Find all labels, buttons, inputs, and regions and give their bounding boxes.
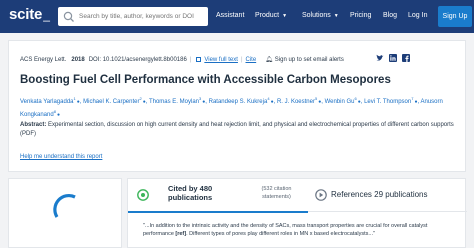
twitter-icon[interactable] xyxy=(376,54,384,62)
snippet-text-end: . Different types of pores play differen… xyxy=(186,231,375,237)
citations-panel: Cited by 480 publications (532 citation s… xyxy=(127,178,467,248)
nav-blog-label: Blog xyxy=(383,12,398,19)
snippet-ref-link[interactable]: [ref] xyxy=(175,231,186,237)
author-link[interactable]: Thomas E. Moylan3 xyxy=(149,96,201,105)
author-link[interactable]: R. J. Koestner5 xyxy=(277,96,317,105)
social-share xyxy=(376,54,410,62)
tab-references[interactable]: References 29 publications xyxy=(310,179,466,212)
chevron-down-icon: ▼ xyxy=(282,12,288,19)
nav-product[interactable]: Product ▼ xyxy=(255,12,287,19)
active-tab-indicator xyxy=(128,211,308,213)
divider: | xyxy=(240,56,243,63)
bell-icon: 🔔︎ xyxy=(265,57,273,63)
search-input[interactable] xyxy=(79,13,204,20)
chevron-down-icon: ▼ xyxy=(333,12,339,19)
nav-pricing-label: Pricing xyxy=(350,12,372,19)
journal-name: ACS Energy Lett. xyxy=(20,56,67,63)
nav-product-label: Product xyxy=(255,12,280,19)
logo-suffix: _ xyxy=(43,8,50,22)
citation-snippet: "...In addition to the intrinsic activit… xyxy=(143,222,458,238)
citation-statements-count: (532 citation statements) xyxy=(261,186,292,200)
logo-text: scite xyxy=(9,6,43,23)
article-meta: ACS Energy Lett. 2018 DOI: 10.1021/acsen… xyxy=(20,56,344,64)
author-link[interactable]: Venkata Yarlagadda1 xyxy=(20,96,76,105)
search-bar[interactable] xyxy=(58,7,208,26)
cite-link[interactable]: Cite xyxy=(246,57,257,63)
tab-cited-by[interactable]: Cited by 480 publications (532 citation s… xyxy=(128,179,308,213)
help-understand-link[interactable]: Help me understand this report xyxy=(20,154,102,160)
article-title: Boosting Fuel Cell Performance with Acce… xyxy=(20,74,391,86)
article-doi: DOI: 10.1021/acsenergylett.8b00186 xyxy=(88,56,187,63)
abstract-label: Abstract: xyxy=(20,122,47,128)
signup-button[interactable]: Sign Up xyxy=(438,6,472,27)
nav-assistant-label: Assistant xyxy=(216,12,245,19)
search-icon xyxy=(63,11,74,22)
abstract: Abstract: Experimental section, discussi… xyxy=(20,121,460,139)
linkedin-icon[interactable] xyxy=(389,54,397,62)
cited-by-icon xyxy=(137,189,149,201)
external-link-icon xyxy=(196,57,202,62)
references-count: References 29 publications xyxy=(331,190,428,199)
divider: | xyxy=(189,56,192,63)
email-alert-link[interactable]: Sign up to set email alerts xyxy=(275,57,344,63)
nav-solutions-label: Solutions xyxy=(302,12,331,19)
tally-panel xyxy=(8,178,122,248)
facebook-icon[interactable] xyxy=(402,54,410,62)
view-full-text-link[interactable]: View full text xyxy=(204,57,238,63)
author-link[interactable]: Wenbin Gu6 xyxy=(325,96,357,105)
author-list: Venkata Yarlagadda1●, Michael K. Carpent… xyxy=(20,96,443,118)
publication-year: 2018 xyxy=(71,56,85,63)
cited-by-count: Cited by 480 publications xyxy=(168,184,213,202)
author-link[interactable]: Levi T. Thompson7 xyxy=(364,96,413,105)
nav-solutions[interactable]: Solutions ▼ xyxy=(302,12,339,19)
top-navbar: scite_ Assistant Product▼ Solutions▼ Pri… xyxy=(0,0,474,33)
author-link[interactable]: Michael K. Carpenter2 xyxy=(83,96,142,105)
article-card: ACS Energy Lett. 2018 DOI: 10.1021/acsen… xyxy=(8,40,466,172)
nav-pricing[interactable]: Pricing xyxy=(350,12,371,19)
citation-tabs: Cited by 480 publications (532 citation s… xyxy=(128,179,467,213)
nav-login[interactable]: Log In xyxy=(408,12,427,19)
nav-assistant[interactable]: Assistant xyxy=(216,12,244,19)
loading-spinner-icon xyxy=(53,194,76,218)
abstract-text: Experimental section, discussion on high… xyxy=(20,122,454,137)
author-link[interactable]: Ratandeep S. Kukreja4 xyxy=(209,96,270,105)
nav-blog[interactable]: Blog xyxy=(383,12,397,19)
scite-logo[interactable]: scite_ xyxy=(9,6,50,23)
references-icon xyxy=(315,189,327,201)
nav-login-label: Log In xyxy=(408,12,428,19)
